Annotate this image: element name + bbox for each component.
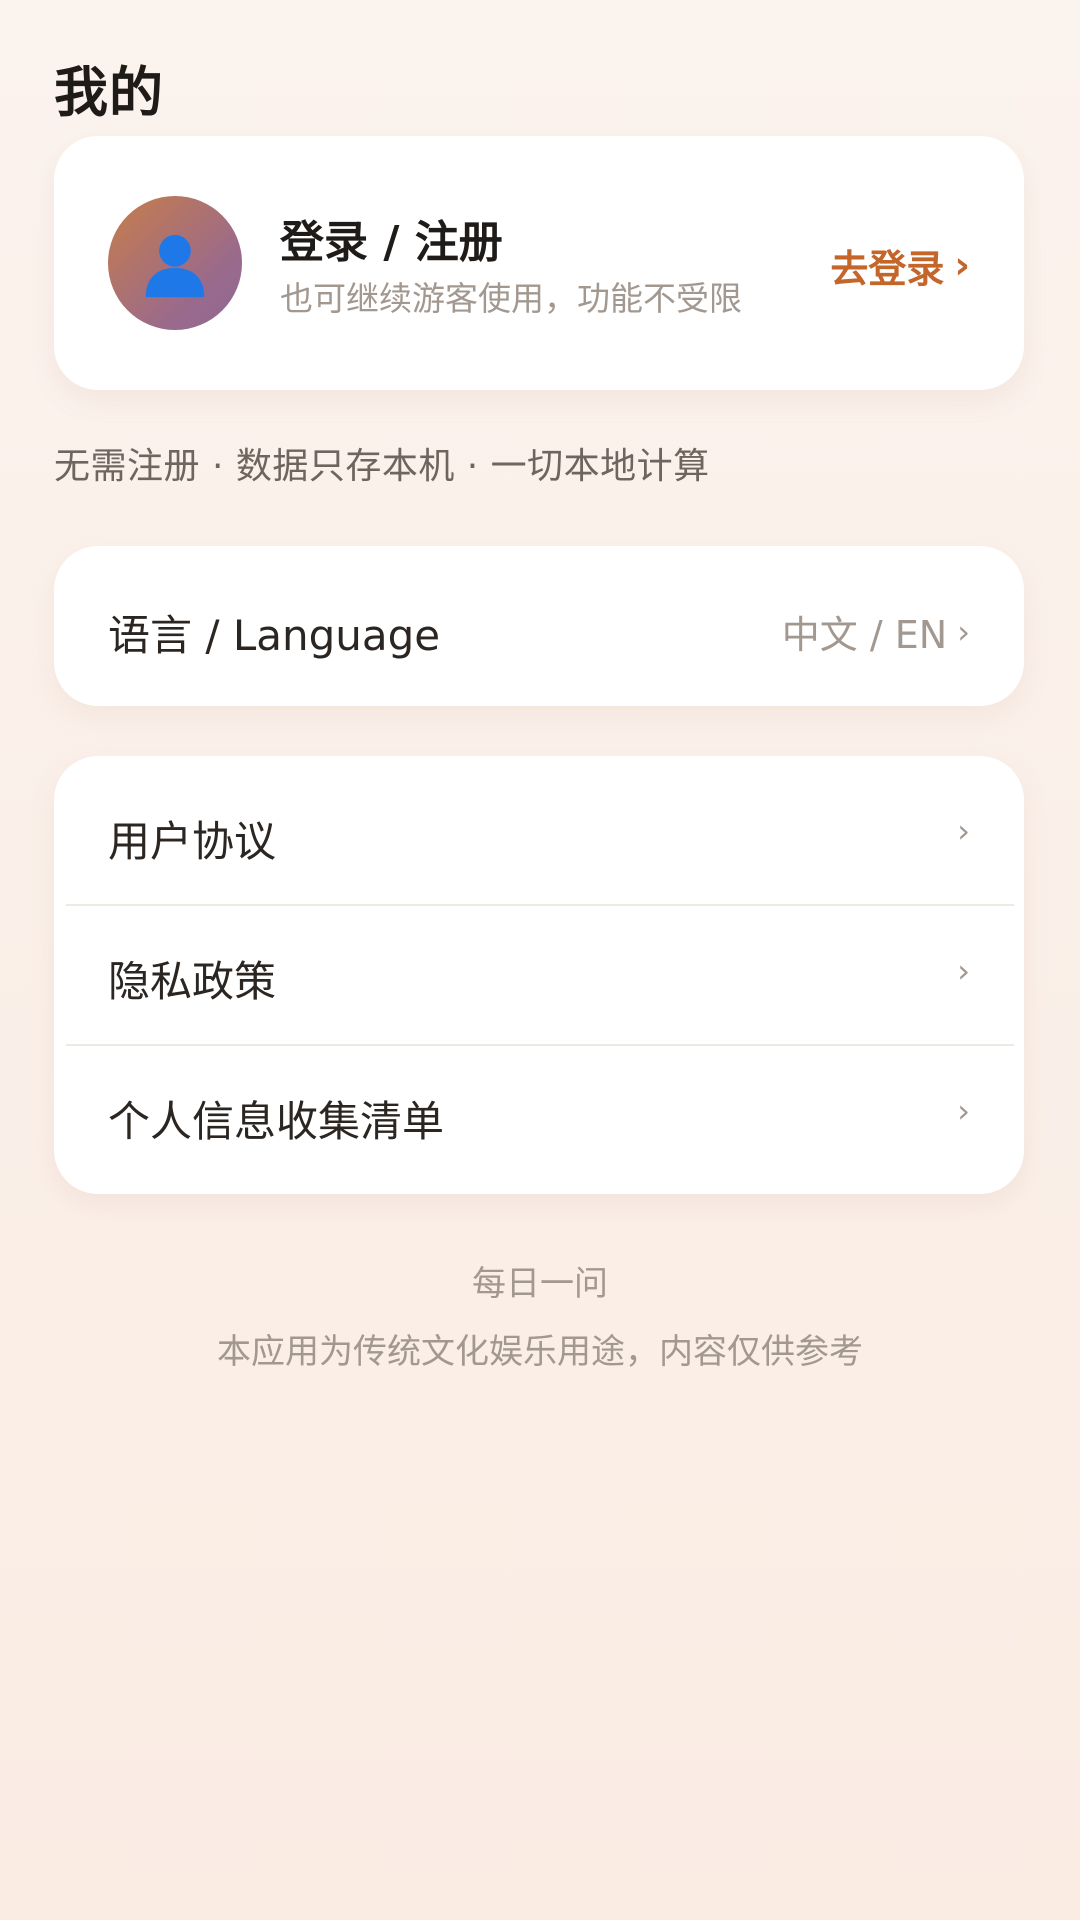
menu-item-label: 用户协议 <box>108 817 277 866</box>
login-button[interactable]: 去登录 › <box>830 238 970 293</box>
profile-subtitle: 也可继续游客使用，功能不受限 <box>280 279 742 318</box>
language-label: 语言 / Language <box>108 611 441 660</box>
menu-item-personal-info-list[interactable]: 个人信息收集清单 › <box>54 1036 1024 1176</box>
footer-disclaimer: 本应用为传统文化娱乐用途，内容仅供参考 <box>217 1332 863 1372</box>
language-row[interactable]: 语言 / Language 中文 / EN › <box>54 546 1024 706</box>
avatar[interactable] <box>108 196 242 330</box>
page-title: 我的 <box>54 61 164 124</box>
chevron-right-icon: › <box>957 1092 970 1130</box>
legal-menu: 用户协议 › 隐私政策 › 个人信息收集清单 › <box>54 756 1024 1194</box>
login-label: 去登录 <box>830 247 945 291</box>
profile-card[interactable]: 登录 / 注册 也可继续游客使用，功能不受限 去登录 › <box>54 136 1024 390</box>
chevron-right-icon: › <box>957 812 970 850</box>
menu-item-label: 个人信息收集清单 <box>108 1097 445 1146</box>
privacy-tagline: 无需注册 · 数据只存本机 · 一切本地计算 <box>54 446 710 487</box>
language-value: 中文 / EN › <box>782 604 970 659</box>
footer-app-name: 每日一问 <box>472 1264 608 1304</box>
menu-item-privacy-policy[interactable]: 隐私政策 › <box>54 896 1024 1036</box>
chevron-right-icon: › <box>954 242 970 287</box>
user-icon <box>145 234 205 298</box>
menu-item-label: 隐私政策 <box>108 957 277 1006</box>
chevron-right-icon: › <box>957 612 970 651</box>
profile-title: 登录 / 注册 <box>280 217 503 268</box>
chevron-right-icon: › <box>957 952 970 990</box>
language-value-text: 中文 / EN <box>781 613 948 657</box>
menu-item-user-agreement[interactable]: 用户协议 › <box>54 756 1024 896</box>
